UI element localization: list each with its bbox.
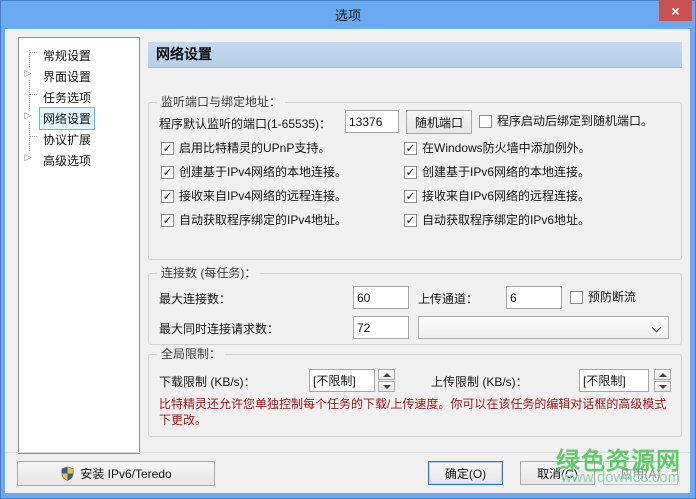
sidebar-item-label[interactable]: 高级选项 <box>39 149 95 172</box>
options-dialog: 选项 × 常规设置 ▷ 界面设置 任务选项 ▷ 网络设置 <box>0 0 696 499</box>
group-connections: 连接数 (每任务)： 最大连接数： 上传通道： 预防断流 最大同时连接请求数： <box>148 273 682 345</box>
checkbox-box[interactable] <box>161 190 174 203</box>
group-caption: 连接数 (每任务)： <box>157 266 260 280</box>
checkbox-anti-leech[interactable]: 预防断流 <box>570 290 636 304</box>
arrow-down-icon <box>659 385 667 389</box>
tree-leaf-connector <box>29 94 37 95</box>
combobox-value <box>419 320 423 334</box>
port-input[interactable] <box>345 110 399 133</box>
max-requests-label: 最大同时连接请求数： <box>159 322 279 336</box>
checkbox-label: 自动获取程序绑定的IPv4地址。 <box>179 213 347 227</box>
spin-up-button[interactable] <box>378 369 395 380</box>
sidebar-item-advanced[interactable]: ▷ 高级选项 <box>19 147 139 168</box>
checkbox-ipv4-address[interactable]: 自动获取程序绑定的IPv4地址。 <box>161 213 347 227</box>
spin-up-button[interactable] <box>654 369 671 380</box>
checkbox-label: 接收来自IPv4网络的远程连接。 <box>179 189 347 203</box>
checkbox-label: 自动获取程序绑定的IPv6地址。 <box>422 213 590 227</box>
spin-down-button[interactable] <box>378 381 395 392</box>
arrow-up-icon <box>383 373 391 377</box>
checkbox-ipv4-remote[interactable]: 接收来自IPv4网络的远程连接。 <box>161 189 347 203</box>
download-limit-input[interactable] <box>309 369 375 392</box>
window-title: 选项 <box>0 5 696 24</box>
arrow-down-icon <box>383 385 391 389</box>
upload-limit-input[interactable] <box>579 369 649 392</box>
checkbox-label: 启用比特精灵的UPnP支持。 <box>179 141 330 155</box>
checkbox-upnp[interactable]: 启用比特精灵的UPnP支持。 <box>161 141 330 155</box>
group-caption: 监听端口与绑定地址： <box>157 95 285 109</box>
bind-address-combobox[interactable] <box>418 316 669 339</box>
max-connections-input[interactable] <box>353 286 409 309</box>
install-ipv6-teredo-button[interactable]: 安装 IPv6/Teredo <box>17 461 215 486</box>
arrow-up-icon <box>659 373 667 377</box>
per-task-limit-note: 比特精灵还允许您单独控制每个任务的下载/上传速度。你可以在该任务的编辑对话框的高… <box>159 396 675 428</box>
random-port-label: 随机端口 <box>415 114 463 131</box>
dialog-client-area: 常规设置 ▷ 界面设置 任务选项 ▷ 网络设置 协议扩展 ▷ 高级选项 <box>5 29 690 493</box>
settings-tree: 常规设置 ▷ 界面设置 任务选项 ▷ 网络设置 协议扩展 ▷ 高级选项 <box>18 37 140 454</box>
footer-divider <box>5 452 690 453</box>
uac-shield-icon <box>60 466 75 481</box>
tree-expander-icon[interactable]: ▷ <box>22 151 34 163</box>
port-label: 程序默认监听的端口(1-65535)： <box>159 117 331 131</box>
checkbox-box[interactable] <box>479 115 492 128</box>
tree-expander-icon[interactable]: ▷ <box>22 109 34 121</box>
page-header: 网络设置 <box>148 42 682 68</box>
sidebar-item-interface[interactable]: ▷ 界面设置 <box>19 63 139 84</box>
checkbox-box[interactable] <box>404 166 417 179</box>
checkbox-box[interactable] <box>404 142 417 155</box>
checkbox-label: 创建基于IPv4网络的本地连接。 <box>179 165 347 179</box>
sidebar-item-protocol[interactable]: 协议扩展 <box>19 126 139 147</box>
checkbox-label: 程序启动后绑定到随机端口。 <box>497 114 653 128</box>
upload-slots-label: 上传通道： <box>418 292 478 306</box>
checkbox-label: 接收来自IPv6网络的远程连接。 <box>422 189 590 203</box>
cancel-button[interactable]: 取消(C) <box>520 461 595 485</box>
upload-slots-input[interactable] <box>506 286 562 309</box>
checkbox-box[interactable] <box>161 142 174 155</box>
cancel-button-label: 取消(C) <box>537 465 578 482</box>
upload-limit-label: 上传限制 (KB/s)： <box>431 375 528 389</box>
group-caption: 全局限制： <box>157 347 225 361</box>
checkbox-box[interactable] <box>404 190 417 203</box>
ok-button[interactable]: 确定(O) <box>428 461 503 485</box>
checkbox-label: 预防断流 <box>588 290 636 304</box>
sidebar-item-general[interactable]: 常规设置 <box>19 42 139 63</box>
checkbox-ipv6-local[interactable]: 创建基于IPv6网络的本地连接。 <box>404 165 590 179</box>
tree-leaf-connector <box>29 52 37 53</box>
group-global-limit: 全局限制： 下载限制 (KB/s)： 上传限制 (KB/s)： 比特精灵还允许您… <box>148 354 682 437</box>
sidebar-item-network[interactable]: ▷ 网络设置 <box>19 105 139 126</box>
install-button-label: 安装 IPv6/Teredo <box>80 465 171 482</box>
sidebar-item-tasks[interactable]: 任务选项 <box>19 84 139 105</box>
group-listen-port: 监听端口与绑定地址： 程序默认监听的端口(1-65535)： 随机端口 程序启动… <box>148 102 682 260</box>
checkbox-bind-random-port[interactable]: 程序启动后绑定到随机端口。 <box>479 114 653 128</box>
checkbox-label: 创建基于IPv6网络的本地连接。 <box>422 165 590 179</box>
checkbox-ipv4-local[interactable]: 创建基于IPv4网络的本地连接。 <box>161 165 347 179</box>
close-icon: × <box>671 3 679 19</box>
checkbox-box[interactable] <box>570 291 583 304</box>
apply-button: 应用(A) <box>603 461 678 485</box>
tree-leaf-connector <box>29 136 37 137</box>
checkbox-box[interactable] <box>161 214 174 227</box>
checkbox-firewall-exception[interactable]: 在Windows防火墙中添加例外。 <box>404 141 591 155</box>
spin-down-button[interactable] <box>654 381 671 392</box>
download-limit-spinner <box>378 369 395 392</box>
chevron-down-icon <box>652 323 662 333</box>
close-button[interactable]: × <box>659 0 692 21</box>
max-requests-input[interactable] <box>353 316 409 339</box>
upload-limit-spinner <box>654 369 671 392</box>
ok-button-label: 确定(O) <box>445 465 486 482</box>
checkbox-label: 在Windows防火墙中添加例外。 <box>422 141 591 155</box>
max-connections-label: 最大连接数： <box>159 292 231 306</box>
titlebar[interactable]: 选项 × <box>0 0 696 29</box>
apply-button-label: 应用(A) <box>621 465 661 482</box>
checkbox-ipv6-address[interactable]: 自动获取程序绑定的IPv6地址。 <box>404 213 590 227</box>
download-limit-label: 下载限制 (KB/s)： <box>159 375 256 389</box>
checkbox-ipv6-remote[interactable]: 接收来自IPv6网络的远程连接。 <box>404 189 590 203</box>
random-port-button[interactable]: 随机端口 <box>406 110 472 134</box>
page-title: 网络设置 <box>148 42 682 67</box>
checkbox-box[interactable] <box>161 166 174 179</box>
checkbox-box[interactable] <box>404 214 417 227</box>
tree-expander-icon[interactable]: ▷ <box>22 67 34 79</box>
